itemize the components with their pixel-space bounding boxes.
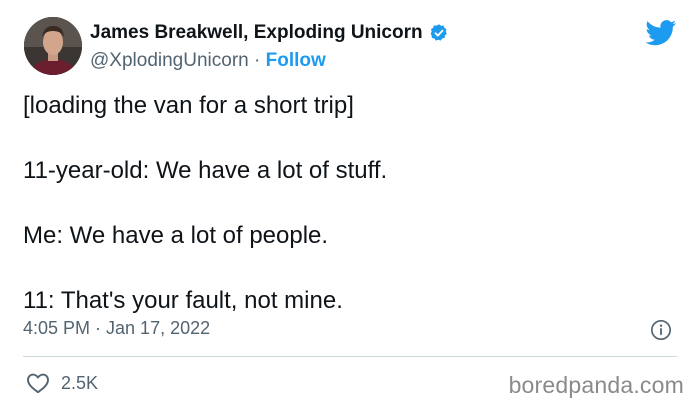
author-handle[interactable]: @XplodingUnicorn bbox=[90, 50, 249, 71]
tweet-line: [loading the van for a short trip] bbox=[23, 92, 354, 119]
tweet-card: James Breakwell, Exploding Unicorn @Xplo… bbox=[0, 0, 700, 410]
follow-button[interactable]: Follow bbox=[266, 50, 326, 71]
tweet-text: [loading the van for a short trip] 11-ye… bbox=[23, 90, 673, 317]
avatar-photo bbox=[24, 17, 82, 75]
info-icon[interactable] bbox=[650, 319, 672, 341]
divider bbox=[23, 356, 677, 357]
author-name-row: James Breakwell, Exploding Unicorn bbox=[90, 22, 449, 44]
like-button[interactable]: 2.5K bbox=[26, 372, 98, 394]
watermark: boredpanda.com bbox=[508, 372, 684, 398]
handle-separator: · bbox=[248, 50, 266, 71]
like-count: 2.5K bbox=[61, 372, 99, 393]
verified-badge-icon bbox=[430, 24, 447, 41]
tweet-timestamp[interactable]: 4:05 PM · Jan 17, 2022 bbox=[23, 318, 210, 339]
tweet-line: Me: We have a lot of people. bbox=[23, 222, 329, 249]
author-handle-row: @XplodingUnicorn · Follow bbox=[90, 50, 326, 72]
heart-icon bbox=[27, 373, 49, 394]
author-display-name[interactable]: James Breakwell, Exploding Unicorn bbox=[90, 22, 423, 44]
tweet-line: 11: That's your fault, not mine. bbox=[23, 287, 343, 314]
tweet-line: 11-year-old: We have a lot of stuff. bbox=[23, 157, 388, 184]
twitter-bird-icon[interactable] bbox=[645, 20, 677, 46]
avatar[interactable] bbox=[24, 17, 82, 75]
